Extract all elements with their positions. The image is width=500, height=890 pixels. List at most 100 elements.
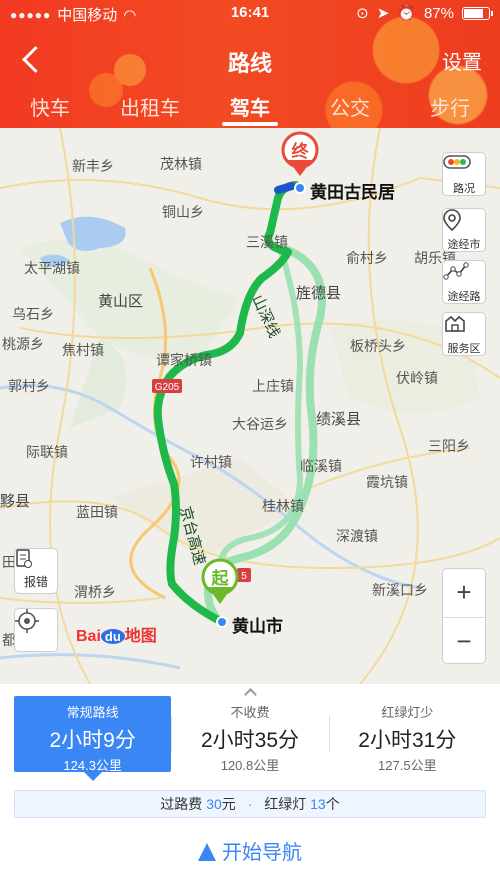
place-label: 新丰乡 (72, 158, 114, 174)
route-label: 不收费 (230, 705, 270, 720)
route-option-regular[interactable]: 常规路线 2小时9分 124.3公里 (14, 696, 172, 773)
zoom-control: + − (442, 568, 486, 664)
place-label: 铜山乡 (162, 204, 204, 220)
waypoint-city-label: 途经市 (447, 239, 481, 251)
lights-value: 13 (310, 796, 326, 812)
service-area-icon (443, 315, 485, 340)
zoom-in-button[interactable]: + (443, 569, 485, 617)
place-label: 际联镇 (26, 444, 68, 460)
place-label: 临溪镇 (300, 458, 342, 474)
battery-percent: 87% (423, 4, 454, 22)
page-title: 路线 (227, 51, 272, 76)
place-label: 黄山区 (98, 293, 144, 310)
service-area-button[interactable]: 服务区 (442, 312, 486, 356)
fees-separator: · (247, 796, 253, 812)
expand-handle-icon[interactable] (244, 686, 256, 696)
tab-walk[interactable]: 步行 (400, 90, 500, 128)
tab-taxi[interactable]: 出租车 (100, 90, 200, 128)
place-label: 桂林镇 (262, 498, 304, 514)
route-option-toll-free[interactable]: 不收费 2小时35分 120.8公里 (171, 696, 328, 773)
place-label: 伏岭镇 (396, 370, 438, 386)
place-label: 乌石乡 (12, 306, 54, 322)
lock-rotation-icon: ⊙ (356, 5, 369, 22)
report-icon (15, 549, 57, 573)
route-option-fewer-lights[interactable]: 红绿灯少 2小时31分 127.5公里 (328, 696, 486, 773)
place-label: 新溪口乡 (372, 582, 428, 598)
place-label: 绩溪县 (316, 411, 362, 428)
toll-value: 30 (206, 796, 222, 812)
start-dot (216, 616, 228, 628)
toll-label: 过路费 (160, 796, 203, 812)
tab-transit[interactable]: 公交 (300, 90, 400, 128)
place-label: 三溪镇 (246, 234, 288, 250)
service-area-label: 服务区 (447, 343, 481, 355)
g5-label: 5 (241, 571, 247, 582)
location-arrow-icon: ➤ (376, 5, 390, 22)
logo-ditu: 地图 (124, 628, 157, 645)
route-options: 常规路线 2小时9分 124.3公里 不收费 2小时35分 120.8公里 红绿… (14, 696, 486, 773)
navigation-arrow-icon (198, 843, 216, 861)
destination-label[interactable]: 黄田古民居 (310, 178, 395, 203)
route-panel: 常规路线 2小时9分 124.3公里 不收费 2小时35分 120.8公里 红绿… (0, 684, 500, 890)
lights-unit: 个 (325, 796, 340, 812)
route-time: 2小时31分 (358, 729, 457, 752)
place-label: 太平湖镇 (24, 260, 80, 276)
logo-bai: Bai (76, 628, 101, 645)
traffic-label: 路况 (453, 183, 475, 195)
route-time: 2小时9分 (49, 729, 136, 752)
title-row: 路线 设置 (0, 36, 500, 82)
start-navigation-label: 开始导航 (222, 842, 302, 864)
baidu-map-logo: Bai du 地图 (76, 622, 157, 646)
logo-du: du (100, 629, 125, 644)
destination-dot (294, 182, 306, 194)
start-marker-text: 起 (211, 568, 230, 588)
place-label: 焦村镇 (62, 342, 104, 358)
waypoint-road-label: 途经路 (447, 291, 481, 303)
traffic-button[interactable]: 路况 (442, 152, 486, 196)
place-label: 旌德县 (296, 285, 342, 302)
place-label: 俞村乡 (346, 250, 388, 266)
place-label: 黟县 (0, 493, 31, 510)
route-map[interactable]: G205 5 山深线 京台高速 终 起 新丰乡 茂林镇 铜山乡 太平湖镇 黄山区… (0, 128, 500, 684)
place-label: 板桥头乡 (350, 338, 406, 354)
place-label: 许村镇 (190, 454, 232, 470)
header-bar: ●●●●● 中国移动 ◠ 16:41 ⊙ ➤ ⏰ 87% 路线 设置 快车 出租… (0, 0, 500, 128)
place-label: 蓝田镇 (76, 504, 118, 520)
place-label: 渭桥乡 (74, 584, 116, 600)
route-distance: 124.3公里 (63, 758, 122, 773)
place-label: 桃源乡 (2, 336, 44, 352)
place-label: 郭村乡 (8, 378, 50, 394)
route-label: 常规路线 (66, 705, 119, 720)
place-label: 霞坑镇 (366, 474, 408, 490)
tab-drive[interactable]: 驾车 (200, 90, 300, 128)
place-label: 深渡镇 (336, 528, 378, 544)
location-pin-icon (443, 209, 485, 236)
route-distance: 127.5公里 (378, 758, 437, 773)
battery-icon (462, 6, 493, 20)
route-fees-bar: 过路费 30元 · 红绿灯 13个 (14, 790, 486, 818)
report-label: 报错 (23, 575, 48, 589)
place-label: 谭家桥镇 (156, 352, 212, 368)
locate-button[interactable] (14, 608, 58, 652)
route-time: 2小时35分 (200, 729, 300, 752)
zoom-out-button[interactable]: − (443, 617, 485, 665)
settings-button[interactable]: 设置 (442, 46, 482, 75)
route-nodes-icon (443, 262, 485, 288)
toll-unit: 元 (221, 796, 236, 812)
start-navigation-button[interactable]: 开始导航 (0, 836, 500, 876)
report-error-button[interactable]: 报错 (14, 548, 58, 594)
tab-express[interactable]: 快车 (0, 90, 100, 128)
mode-tabs: 快车 出租车 驾车 公交 步行 (0, 90, 500, 128)
battery-level (464, 8, 483, 18)
g205-label: G205 (155, 382, 180, 393)
place-label: 茂林镇 (160, 156, 202, 172)
waypoint-city-button[interactable]: 途经市 (442, 208, 486, 252)
waypoint-road-button[interactable]: 途经路 (442, 260, 486, 304)
place-label: 大谷运乡 (232, 416, 288, 432)
alarm-icon: ⏰ (397, 5, 416, 22)
route-label: 红绿灯少 (381, 705, 434, 720)
place-label: 三阳乡 (428, 438, 470, 454)
status-bar: ●●●●● 中国移动 ◠ 16:41 ⊙ ➤ ⏰ 87% (0, 0, 500, 26)
route-distance: 120.8公里 (220, 758, 280, 773)
start-label[interactable]: 黄山市 (232, 612, 283, 637)
